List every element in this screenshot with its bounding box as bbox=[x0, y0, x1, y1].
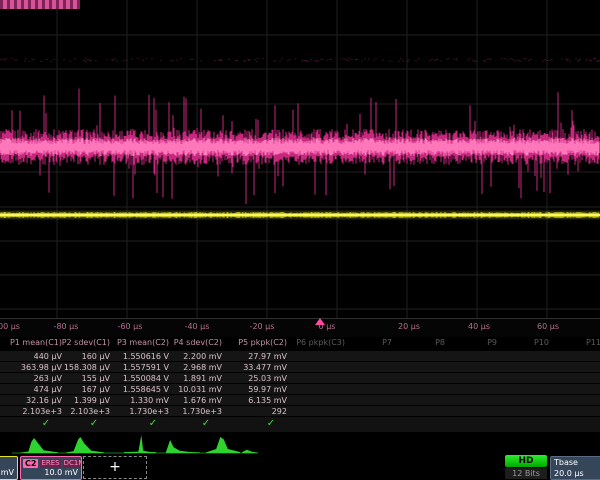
channel-c2-volts-div: 10.0 mV bbox=[23, 468, 78, 478]
histicon[interactable] bbox=[124, 435, 156, 453]
measurement-row: 474 µV167 µV1.558645 V10.031 mV59.97 mV bbox=[0, 384, 600, 395]
measurement-row: 363.98 µV158.308 µV1.557591 V2.968 mV33.… bbox=[0, 362, 600, 373]
channel-c2-coupling-tag: DC1M bbox=[63, 459, 82, 468]
histicon[interactable] bbox=[166, 440, 200, 453]
channel-c2-descriptor[interactable]: C2 ERES DC1M 10.0 mV bbox=[20, 456, 82, 480]
time-axis-label: -60 µs bbox=[118, 322, 143, 331]
measurement-cell: 6.135 mV bbox=[0, 396, 287, 405]
c2-peak-speckles bbox=[1, 58, 599, 62]
timebase-label: Tbase bbox=[554, 458, 578, 467]
oscilloscope-screen: -100 µs-80 µs-60 µs-40 µs-20 µs0 µs20 µs… bbox=[0, 0, 600, 480]
hd-badge: HD bbox=[505, 455, 547, 467]
histicon[interactable] bbox=[20, 438, 58, 453]
measurement-status-check: ✓ bbox=[202, 418, 210, 429]
c2-trace-band bbox=[0, 141, 600, 153]
measurement-header-unused[interactable]: P11 bbox=[0, 338, 600, 347]
measurement-histicons bbox=[0, 432, 600, 455]
measurement-row: 32.16 µV1.399 µV1.330 mV1.676 mV6.135 mV bbox=[0, 395, 600, 406]
time-axis-label: -100 µs bbox=[0, 322, 20, 331]
add-channel-button[interactable]: + bbox=[83, 456, 147, 479]
measurement-cell: 292 bbox=[0, 407, 287, 416]
channel-c1-descriptor[interactable]: C1 ERES DC1M 10.0 mV bbox=[0, 456, 18, 480]
measurement-row: 2.103e+32.103e+31.730e+31.730e+3292 bbox=[0, 406, 600, 417]
time-axis: -100 µs-80 µs-60 µs-40 µs-20 µs0 µs20 µs… bbox=[0, 318, 600, 337]
measurement-status-check: ✓ bbox=[42, 418, 50, 429]
channel-c2-eres-tag: ERES bbox=[40, 459, 60, 468]
hd-mode-block[interactable]: HD 12 Bits bbox=[505, 455, 547, 480]
time-axis-label: -80 µs bbox=[54, 322, 79, 331]
timebase-descriptor[interactable]: Tbase 20.0 µs bbox=[550, 456, 600, 480]
channel-c1-volts-div: 10.0 mV bbox=[0, 468, 14, 478]
histicon[interactable] bbox=[242, 450, 258, 453]
time-axis-label: 20 µs bbox=[398, 322, 420, 331]
measurement-row: 440 µV160 µV1.550616 V2.200 mV27.97 mV bbox=[0, 351, 600, 362]
measurement-cell: 33.477 mV bbox=[0, 363, 287, 372]
timebase-value: 20.0 µs bbox=[554, 469, 584, 478]
measurement-cell: 27.97 mV bbox=[0, 352, 287, 361]
measurement-table: P1 mean(C1)P2 sdev(C1)P3 mean(C2)P4 sdev… bbox=[0, 336, 600, 432]
channel-c2-badge: C2 bbox=[23, 459, 38, 468]
time-axis-label: 60 µs bbox=[537, 322, 559, 331]
time-axis-label: -20 µs bbox=[250, 322, 275, 331]
measurement-status-check: ✓ bbox=[90, 418, 98, 429]
measurement-row: 263 µV155 µV1.550084 V1.891 mV25.03 mV bbox=[0, 373, 600, 384]
measurement-status-check: ✓ bbox=[267, 418, 275, 429]
measurement-cell: 59.97 mV bbox=[0, 385, 287, 394]
status-bar: C1 ERES DC1M 10.0 mV C2 ERES DC1M 10.0 m… bbox=[0, 455, 600, 480]
histicon[interactable] bbox=[66, 437, 104, 453]
measurement-status-check: ✓ bbox=[149, 418, 157, 429]
time-axis-label: -40 µs bbox=[185, 322, 210, 331]
histicon[interactable] bbox=[206, 437, 240, 453]
measurement-table-header: P1 mean(C1)P2 sdev(C1)P3 mean(C2)P4 sdev… bbox=[0, 338, 600, 350]
header-tab[interactable] bbox=[0, 0, 80, 9]
waveform-display bbox=[0, 0, 600, 318]
measurement-status-row: ✓ ✓ ✓ ✓ ✓ bbox=[0, 417, 600, 432]
time-axis-label: 40 µs bbox=[468, 322, 490, 331]
trigger-position-marker[interactable] bbox=[315, 318, 325, 325]
measurement-cell: 25.03 mV bbox=[0, 374, 287, 383]
hd-bits-label: 12 Bits bbox=[505, 468, 547, 479]
